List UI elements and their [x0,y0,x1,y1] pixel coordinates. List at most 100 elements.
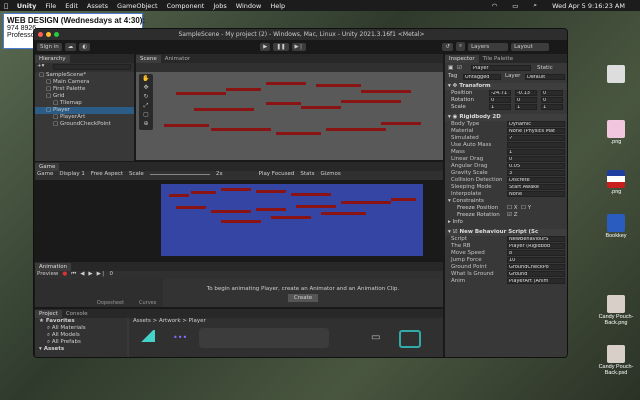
play-button[interactable]: ▶ [260,42,271,51]
menu-edit[interactable]: Edit [65,2,78,10]
script-header[interactable]: ▾ ☑ New Behaviour Script (Sc [445,229,567,236]
inspector-field-value[interactable]: 0 [507,156,565,162]
transform-rotation-x-field[interactable]: 0 [489,97,511,103]
stats-button[interactable]: Stats [300,171,314,180]
hierarchy-item[interactable]: ▢ GroundCheckPoint [35,121,134,128]
menu-clock[interactable]: Wed Apr 5 9:16:23 AM [552,2,625,10]
curves-tab[interactable]: Curves [139,300,156,306]
desktop-file-icon[interactable] [596,65,636,84]
object-name-field[interactable]: Player [471,65,531,71]
tab-console[interactable]: Console [61,310,92,318]
tab-scene[interactable]: Scene [136,55,161,63]
transform-rotation-z-field[interactable]: 0 [541,97,563,103]
tab-animation[interactable]: Animation [35,263,72,271]
favorite-item[interactable]: ⌕ All Models [35,332,127,339]
hierarchy-item[interactable]: ▢ First Palette [35,86,134,93]
active-checkbox[interactable]: ☑ [457,65,462,71]
inspector-field-value[interactable]: NewBehaviourS [507,236,565,242]
favorite-item[interactable]: ⌕ All Prefabs [35,339,127,346]
battery-icon[interactable]: ▭ [512,2,518,10]
info-foldout[interactable]: ▸ Info [445,219,567,226]
desktop-file-icon[interactable]: Candy Pouch-Back.png [596,295,636,326]
add-icon[interactable]: +▾ [37,63,44,69]
cloud-icon[interactable]: ☁ [64,42,77,51]
record-icon[interactable]: ● [62,271,67,279]
rotate-tool-icon[interactable]: ↻ [139,93,153,100]
search-icon[interactable]: ⌕ [455,42,466,51]
tab-hierarchy[interactable]: Hierarchy [35,55,70,63]
menu-jobs[interactable]: Jobs [213,2,226,10]
inspector-field-value[interactable]: Player (Rigidbod [507,243,565,249]
rect-tool-icon[interactable]: ▢ [139,111,153,118]
transform-scale-y-field[interactable]: 1 [515,104,537,110]
favorites-header[interactable]: ★ Favorites [35,318,127,325]
inspector-field-value[interactable]: ✓ [507,135,565,141]
tab-game[interactable]: Game [35,163,60,171]
inspector-field-value[interactable]: 0.05 [507,163,565,169]
sprite-asset-icon[interactable] [139,330,155,342]
inspector-field-value[interactable]: 1 [507,149,565,155]
inspector-field-value[interactable]: 3 [507,170,565,176]
display-dropdown[interactable]: Display 1 [59,171,85,180]
history-icon[interactable]: ↺ [442,42,453,51]
wifi-icon[interactable]: ◠ [492,2,498,10]
menu-component[interactable]: Component [167,2,205,10]
inspector-field-value[interactable]: None (Physics Mat [507,128,565,134]
layer-dropdown[interactable]: Default [525,74,565,80]
signin-button[interactable]: Sign in [37,42,62,51]
transform-scale-z-field[interactable]: 1 [541,104,563,110]
move-tool-icon[interactable]: ✥ [139,84,153,91]
hand-tool-icon[interactable]: ✋ [139,75,153,82]
inspector-field-value[interactable]: Ground [507,271,565,277]
transform-header[interactable]: ▾ ✥ Transform [445,83,567,90]
breadcrumb-item[interactable]: Artwork [159,318,181,324]
desktop-file-icon[interactable]: .png [596,170,636,195]
inspector-field-value[interactable]: 10 [507,257,565,263]
animation-asset-icon[interactable]: ••• [173,333,187,342]
desktop-file-icon[interactable]: Candy Pouch-Back.psd [596,345,636,376]
prefab-asset-icon[interactable] [399,330,421,348]
inspector-field-value[interactable] [507,142,565,148]
menu-app-name[interactable]: Unity [17,2,36,10]
transform-position-y-field[interactable]: -0.13 [515,90,537,96]
gizmos-button[interactable]: Gizmos [320,171,340,180]
zoom-icon[interactable] [54,32,59,37]
layout-dropdown[interactable]: Layout [511,42,550,51]
transform-position-x-field[interactable]: -24.71 [489,90,511,96]
hierarchy-item[interactable]: ▢ Grid [35,93,134,100]
hierarchy-search-input[interactable] [53,64,131,70]
menu-help[interactable]: Help [270,2,285,10]
aspect-dropdown[interactable]: Free Aspect [91,171,123,180]
first-key-icon[interactable]: ⏮ [71,271,76,279]
scale-tool-icon[interactable]: ⤢ [139,102,153,110]
scene-viewport[interactable]: ✋ ✥ ↻ ⤢ ▢ ⊕ [136,72,443,160]
tag-dropdown[interactable]: Untagged [463,74,501,80]
search-icon[interactable]: ⌕ [533,1,537,10]
game-viewport[interactable] [161,184,423,256]
menu-gameobject[interactable]: GameObject [117,2,158,10]
play-icon[interactable]: ▶ [88,271,92,279]
close-icon[interactable] [38,32,43,37]
inspector-field-value[interactable]: Start Awake [507,184,565,190]
hierarchy-item[interactable]: ▢ PlayerArt [35,114,134,121]
transform-rotation-y-field[interactable]: 0 [515,97,537,103]
hierarchy-item[interactable]: ▢ SampleScene* [35,72,134,79]
menu-window[interactable]: Window [236,2,262,10]
inspector-field-value[interactable]: 8 [507,250,565,256]
menu-assets[interactable]: Assets [87,2,108,10]
inspector-field-value[interactable]: GroundCheckPo [507,264,565,270]
freeze-y-checkbox[interactable]: ☐ Y [521,205,531,212]
layers-dropdown[interactable]: Layers [468,42,509,51]
folder-icon[interactable]: ▭ [371,332,380,343]
transform-tool-icon[interactable]: ⊕ [139,120,153,127]
preview-button[interactable]: Preview [37,271,58,279]
minimize-icon[interactable] [46,32,51,37]
inspector-field-value[interactable]: None [507,191,565,197]
play-focused-dropdown[interactable]: Play Focused [259,171,295,180]
window-titlebar[interactable]: SampleScene - My project (2) - Windows, … [34,29,567,40]
assets-header[interactable]: ▾ Assets [35,346,127,353]
desktop-file-icon[interactable]: .png [596,120,636,145]
step-button[interactable]: ▶❘ [291,42,307,51]
game-mode-dropdown[interactable]: Game [37,171,53,180]
menu-file[interactable]: File [45,2,56,10]
